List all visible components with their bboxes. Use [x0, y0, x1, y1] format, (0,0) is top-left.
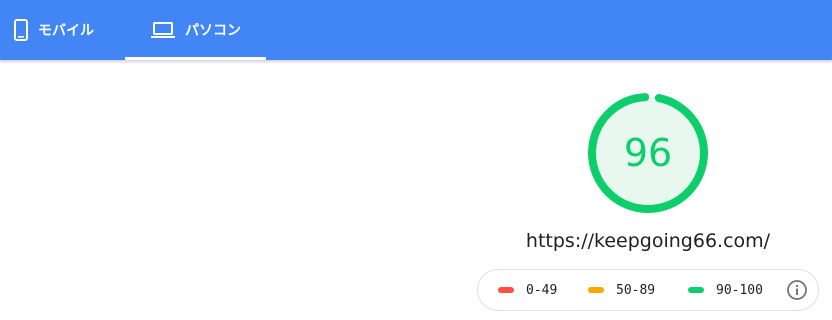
performance-score-gauge: 96: [587, 92, 709, 214]
legend-label-fail: 0-49: [526, 282, 558, 298]
legend-item-pass: 90-100: [688, 270, 763, 310]
legend-swatch-fail: [498, 287, 514, 293]
legend-item-fail: 0-49: [498, 270, 557, 310]
info-icon[interactable]: [786, 279, 808, 301]
top-bar: モバイル パソコン: [0, 0, 832, 60]
legend-label-pass: 90-100: [716, 282, 763, 298]
laptop-icon: [151, 21, 175, 39]
legend-item-average: 50-89: [588, 270, 655, 310]
tab-mobile-label: モバイル: [38, 23, 94, 39]
tab-desktop[interactable]: パソコン: [125, 0, 266, 60]
tested-url: https://keepgoing66.com/: [525, 230, 771, 252]
score-legend: 0-49 50-89 90-100: [477, 269, 819, 311]
score-value: 96: [623, 131, 673, 175]
tab-mobile[interactable]: モバイル: [0, 0, 125, 60]
legend-label-average: 50-89: [616, 282, 656, 298]
legend-swatch-average: [588, 287, 604, 293]
smartphone-icon: [14, 19, 28, 41]
legend-swatch-pass: [688, 287, 704, 293]
tab-selected-indicator: [125, 57, 266, 60]
tab-desktop-label: パソコン: [185, 23, 241, 39]
